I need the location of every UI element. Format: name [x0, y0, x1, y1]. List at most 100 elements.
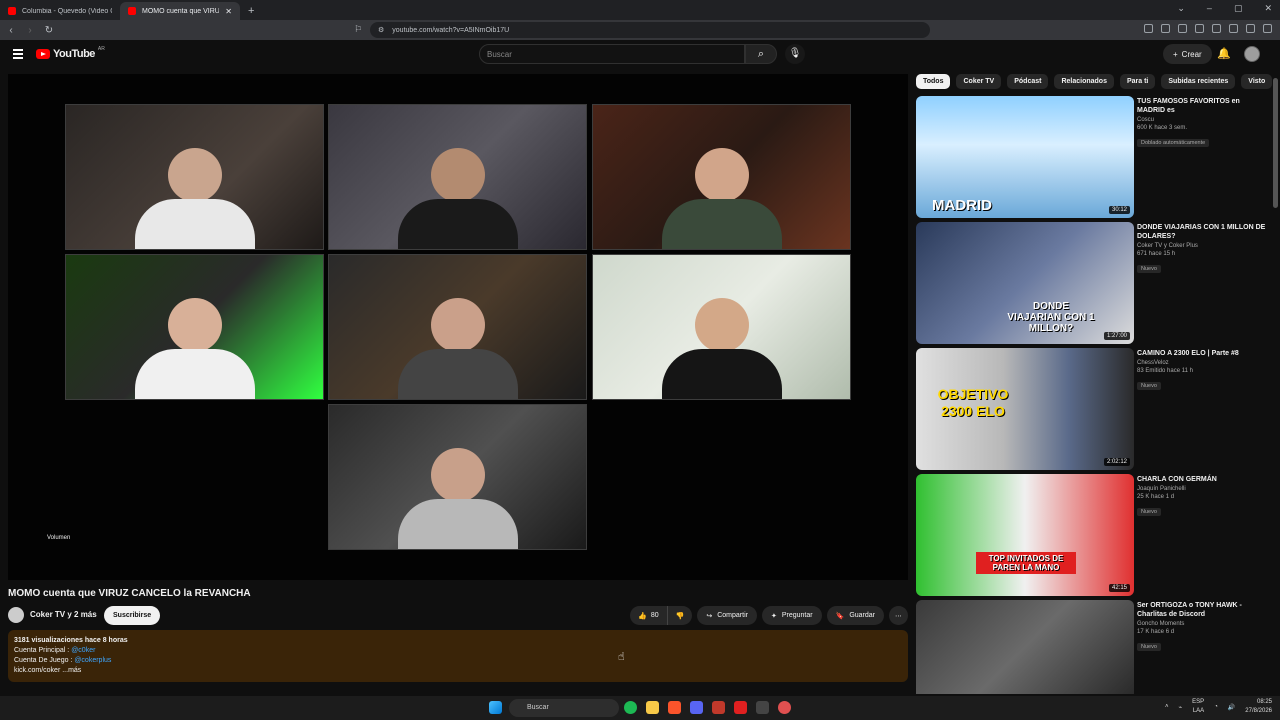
share-button[interactable]: ↪ Compartir — [697, 606, 757, 625]
recommendation-item[interactable]: MADRID 30:12 TUS FAMOSOS FAVORITOS en MA… — [916, 96, 1266, 218]
menu-icon[interactable] — [1263, 24, 1272, 33]
video-thumbnail[interactable]: MADRID 30:12 — [916, 96, 1134, 218]
recommendation-info: Ser ORTIGOZA o TONY HAWK - Charlitas de … — [1137, 601, 1267, 653]
address-bar[interactable]: ⚙ youtube.com/watch?v=A5INmOib17U — [370, 22, 930, 38]
recommendation-channel[interactable]: Coker TV y Coker Plus — [1137, 243, 1267, 249]
browser-tab-2[interactable]: MOMO cuenta que VIRUZ CA ✕ — [120, 2, 240, 20]
like-button[interactable]: 👍 80 — [630, 606, 668, 625]
subscribe-button[interactable]: Suscribirse — [104, 606, 161, 625]
search-icon[interactable]: ⌕ — [745, 44, 777, 64]
recommendation-title[interactable]: CAMINO A 2300 ELO | Parte #8 — [1137, 349, 1267, 358]
spotify-icon[interactable] — [624, 701, 637, 714]
wifi-icon[interactable]: ◔ — [1214, 704, 1218, 710]
video-thumbnail[interactable]: DONDE VIAJARIAN CON 1 MILLON? 1:27:00 — [916, 222, 1134, 344]
chevron-up-icon[interactable]: ˄ — [1165, 704, 1169, 710]
region-label: AR — [97, 46, 105, 52]
video-thumbnail[interactable] — [916, 600, 1134, 694]
youtube-favicon-icon — [8, 7, 16, 15]
taskbar-app-icon[interactable] — [756, 701, 769, 714]
recommendation-title[interactable]: CHARLA CON GERMÁN — [1137, 475, 1267, 484]
recommendation-item[interactable]: OBJETIVO 2300 ELO 2:02:12 CAMINO A 2300 … — [916, 348, 1266, 470]
description-label: Cuenta De Juego : — [14, 657, 75, 664]
channel-link[interactable]: @c0ker — [71, 647, 95, 654]
video-thumbnail[interactable]: TOP INVITADOS DE PAREN LA MANO 42:15 — [916, 474, 1134, 596]
extension-icon[interactable] — [1144, 24, 1153, 33]
maximize-icon[interactable]: ▢ — [1234, 3, 1243, 14]
channel-avatar[interactable] — [8, 607, 24, 623]
recommendation-channel[interactable]: Goncho Moments — [1137, 621, 1267, 627]
extension-icon[interactable] — [1195, 24, 1204, 33]
browser-tab-1[interactable]: Columbia - Quevedo (Video Oficial) — [0, 2, 120, 20]
participant-body — [397, 349, 518, 399]
reload-icon[interactable]: ↻ — [41, 25, 57, 36]
windows-start-icon[interactable] — [489, 701, 502, 714]
description-line[interactable]: kick.com/coker ...más — [14, 666, 902, 676]
extension-icon[interactable] — [1229, 24, 1238, 33]
chip-relacionados[interactable]: Relacionados — [1054, 74, 1114, 89]
file-explorer-icon[interactable] — [646, 701, 659, 714]
recommendation-title[interactable]: DONDE VIAJARIAS CON 1 MILLON DE DOLARES? — [1137, 223, 1267, 241]
chip-todos[interactable]: Todos — [916, 74, 951, 89]
create-button[interactable]: + Crear — [1163, 44, 1212, 64]
recommendation-title[interactable]: TUS FAMOSOS FAVORITOS en MADRID es — [1137, 97, 1267, 115]
taskbar-app-icon[interactable] — [712, 701, 725, 714]
extension-icon[interactable] — [1178, 24, 1187, 33]
taskbar-app-icon[interactable] — [778, 701, 791, 714]
taskbar-app-icon[interactable] — [734, 701, 747, 714]
chip-visto[interactable]: Visto — [1241, 74, 1273, 89]
volume-icon[interactable]: 🔊 — [1228, 704, 1235, 711]
forward-icon[interactable]: › — [22, 25, 38, 36]
minimize-icon[interactable]: – — [1207, 3, 1212, 14]
chip-coker-tv[interactable]: Coker TV — [956, 74, 1002, 89]
site-info-icon[interactable]: ⚙ — [378, 26, 384, 34]
dislike-button[interactable]: 👎 — [668, 606, 693, 625]
more-actions-icon[interactable]: ⋯ — [889, 606, 908, 625]
close-window-icon[interactable]: ✕ — [1264, 3, 1272, 14]
url-text: youtube.com/watch?v=A5INmOib17U — [392, 26, 510, 34]
recommendation-title[interactable]: Ser ORTIGOZA o TONY HAWK - Charlitas de … — [1137, 601, 1267, 619]
search-input[interactable]: Buscar — [479, 44, 745, 64]
page-scrollbar[interactable] — [1273, 78, 1278, 208]
youtube-play-icon — [36, 49, 50, 59]
ask-button[interactable]: ✦ Preguntar — [761, 606, 822, 625]
discord-icon[interactable] — [690, 701, 703, 714]
chip-subidas-recientes[interactable]: Subidas recientes — [1161, 74, 1236, 89]
save-button[interactable]: 🔖 Guardar — [826, 606, 884, 625]
video-player[interactable]: Volumen — [8, 74, 908, 580]
description-box[interactable]: 3181 visualizaciones hace 8 horas Cuenta… — [8, 630, 908, 682]
extension-icon[interactable] — [1161, 24, 1170, 33]
language-indicator[interactable]: ESP LAA — [1192, 698, 1204, 716]
channel-name[interactable]: Coker TV y 2 más — [30, 610, 97, 619]
youtube-logo[interactable]: YouTube AR — [36, 46, 105, 60]
video-thumbnail[interactable]: OBJETIVO 2300 ELO 2:02:12 — [916, 348, 1134, 470]
close-tab-icon[interactable]: ✕ — [225, 7, 232, 16]
extension-icon[interactable] — [1212, 24, 1221, 33]
channel-link[interactable]: @cokerplus — [74, 657, 111, 664]
network-icon[interactable]: ⌁ — [1179, 704, 1183, 711]
microphone-icon[interactable]: 🎙 — [785, 44, 805, 64]
recommendation-channel[interactable]: Joaquín Panichelli — [1137, 486, 1267, 492]
extension-icon[interactable] — [1246, 24, 1255, 33]
new-tab-button[interactable]: + — [240, 2, 262, 20]
participant-body — [397, 199, 518, 249]
back-icon[interactable]: ‹ — [3, 25, 19, 36]
recommendation-item[interactable]: Ser ORTIGOZA o TONY HAWK - Charlitas de … — [916, 600, 1266, 694]
avatar[interactable] — [1244, 46, 1260, 62]
browser-tab-label: Columbia - Quevedo (Video Oficial) — [22, 7, 112, 15]
notifications-bell-icon[interactable]: 🔔 — [1217, 47, 1231, 60]
bookmark-icon[interactable]: ⚐ — [354, 24, 362, 35]
clock[interactable]: 08:25 27/8/2026 — [1245, 698, 1272, 716]
brave-browser-icon[interactable] — [668, 701, 681, 714]
taskbar-search-input[interactable]: Buscar — [509, 699, 619, 717]
recommendation-item[interactable]: DONDE VIAJARIAN CON 1 MILLON? 1:27:00 DO… — [916, 222, 1266, 344]
recommendation-channel[interactable]: ChessVeloz — [1137, 360, 1267, 366]
chip-podcast[interactable]: Pódcast — [1007, 74, 1049, 89]
hamburger-menu-icon[interactable] — [13, 49, 23, 59]
chevron-down-icon[interactable]: ⌄ — [1177, 3, 1185, 14]
recommendation-info: TUS FAMOSOS FAVORITOS en MADRID es Coscu… — [1137, 97, 1267, 149]
chip-para-ti[interactable]: Para ti — [1119, 74, 1156, 89]
share-icon: ↪ — [706, 612, 713, 620]
filter-chips: Todos Coker TV Pódcast Relacionados Para… — [916, 74, 1273, 89]
recommendation-channel[interactable]: Coscu — [1137, 117, 1267, 123]
recommendation-item[interactable]: TOP INVITADOS DE PAREN LA MANO 42:15 CHA… — [916, 474, 1266, 596]
